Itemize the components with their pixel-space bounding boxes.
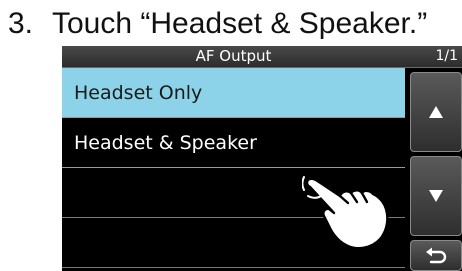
option-headset-speaker[interactable]: Headset & Speaker — [62, 118, 405, 168]
option-label: Headset & Speaker — [74, 132, 257, 154]
scroll-down-button[interactable] — [410, 156, 462, 236]
up-triangle-icon — [429, 106, 443, 118]
instruction-text: 3. Touch “Headset & Speaker.” — [8, 4, 427, 44]
pointing-hand-icon — [302, 176, 389, 250]
step-number: 3. — [8, 7, 34, 40]
title-bar: AF Output 1/1 — [62, 46, 462, 68]
page-indicator: 1/1 — [435, 48, 458, 64]
step-text: Touch “Headset & Speaker.” — [52, 7, 428, 40]
scroll-up-button[interactable] — [410, 72, 462, 152]
screen-title: AF Output — [195, 47, 272, 65]
back-button[interactable] — [410, 240, 462, 271]
return-arrow-icon — [426, 247, 447, 263]
scroll-sidebar — [406, 68, 462, 271]
af-output-screen: AF Output 1/1 Headset Only Headset & Spe… — [62, 46, 462, 271]
option-label: Headset Only — [74, 82, 203, 104]
down-triangle-icon — [429, 190, 443, 202]
option-headset-only[interactable]: Headset Only — [62, 68, 405, 118]
